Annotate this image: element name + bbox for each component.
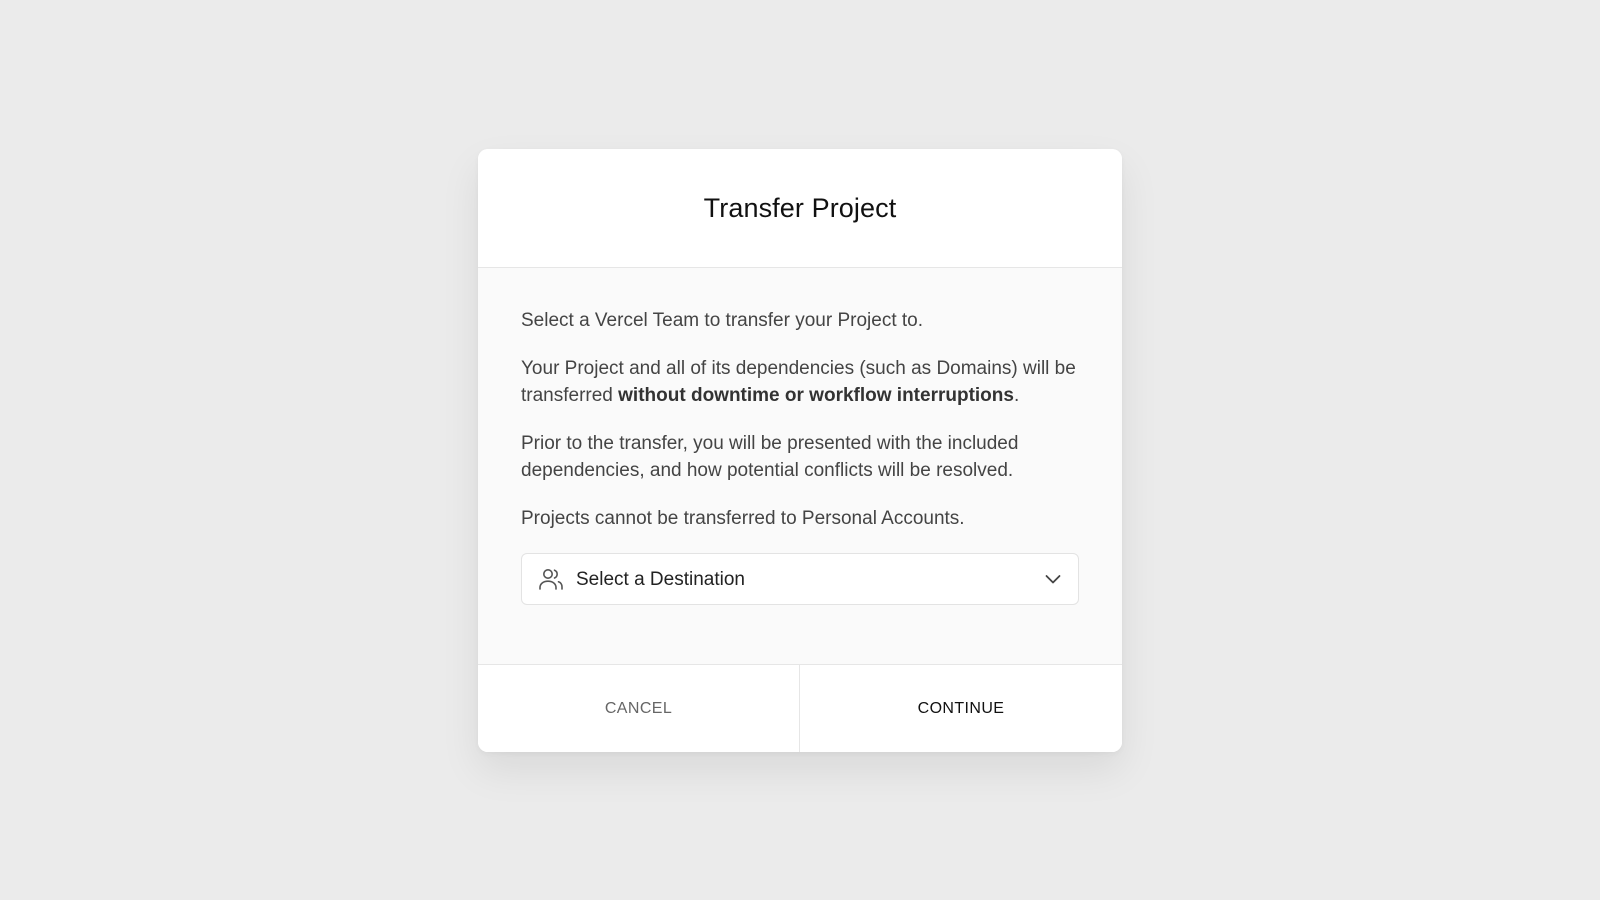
personal-accounts-note: Projects cannot be transferred to Person… xyxy=(521,508,965,529)
cancel-button[interactable]: CANCEL xyxy=(478,665,800,752)
destination-select[interactable]: Select a Destination xyxy=(521,553,1079,605)
conflicts-paragraph: Prior to the transfer, you will be prese… xyxy=(521,433,1019,481)
destination-select-label: Select a Destination xyxy=(576,568,745,590)
no-downtime-emphasis: without downtime or workflow interruptio… xyxy=(618,385,1014,406)
users-icon xyxy=(537,565,565,593)
chevron-down-icon xyxy=(1042,568,1064,590)
intro-paragraph: Select a Vercel Team to transfer your Pr… xyxy=(521,310,924,331)
dependencies-paragraph: Your Project and all of its dependencies… xyxy=(521,355,1079,409)
transfer-project-dialog: Transfer Project Select a Vercel Team to… xyxy=(478,149,1122,752)
dependencies-period: . xyxy=(1013,385,1020,406)
dialog-footer: CANCEL CONTINUE xyxy=(478,664,1122,752)
dialog-body: Select a Vercel Team to transfer your Pr… xyxy=(478,268,1122,664)
continue-button[interactable]: CONTINUE xyxy=(800,665,1122,752)
dialog-header: Transfer Project xyxy=(478,149,1122,268)
dialog-title: Transfer Project xyxy=(703,192,897,223)
